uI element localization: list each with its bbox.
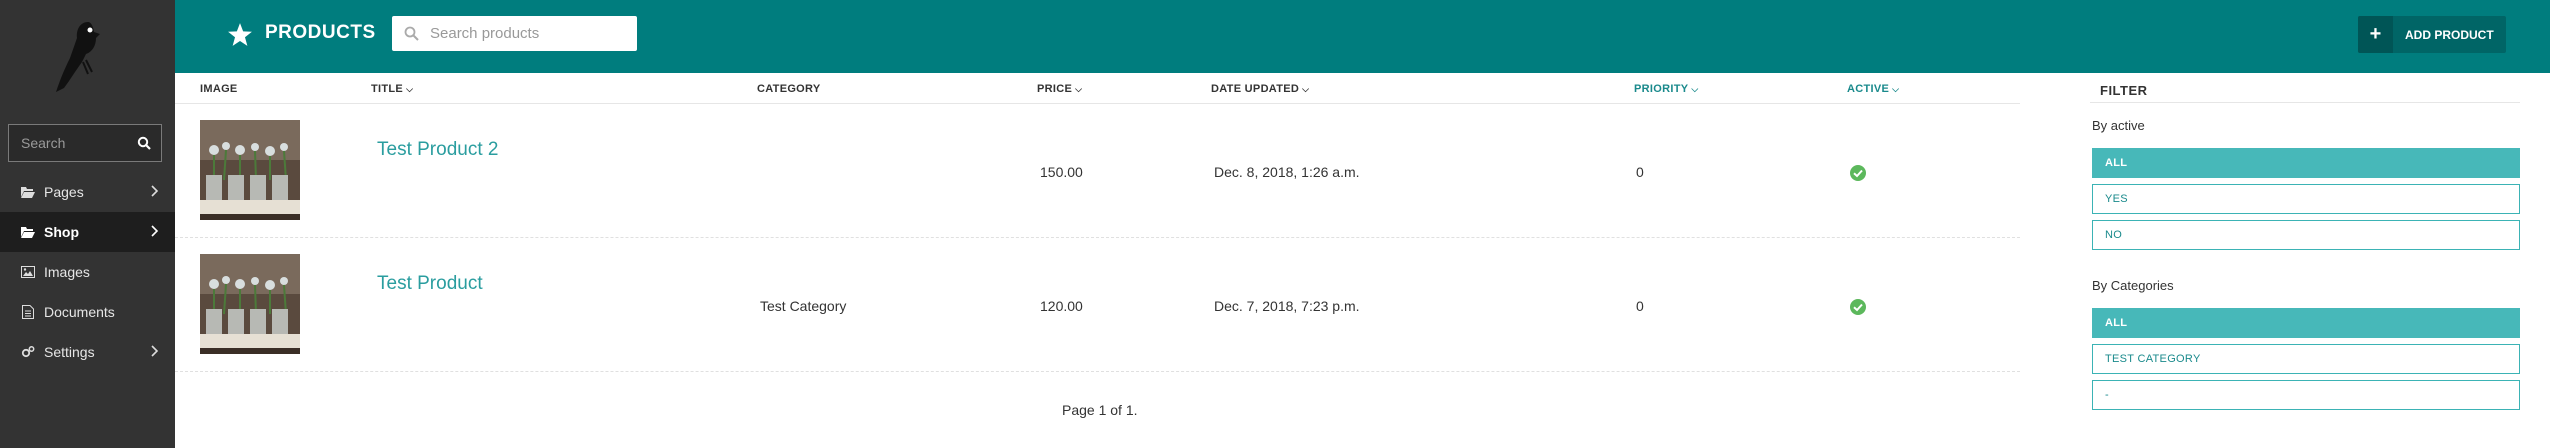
product-search-input[interactable]: Search products [392, 16, 637, 51]
column-label: PRICE [1037, 83, 1073, 95]
filter-panel: FILTER By active ALL YES NO By Categorie… [2090, 73, 2520, 410]
sidebar-item-label: Settings [44, 344, 95, 360]
column-label: IMAGE [200, 83, 238, 95]
page-title: PRODUCTS [265, 22, 376, 43]
filter-active-all[interactable]: ALL [2092, 148, 2520, 178]
sidebar-item-label: Images [44, 264, 90, 280]
table-header: IMAGE TITLE ⌵ CATEGORY PRICE ⌵ DATE UPDATE… [175, 73, 2020, 104]
filter-category-none[interactable]: - [2092, 380, 2520, 410]
sort-caret-icon: ⌵ [1892, 84, 1900, 94]
star-icon [228, 23, 252, 46]
active-check-icon [1850, 299, 1866, 315]
cogs-icon [20, 345, 36, 359]
sidebar-menu: Pages Shop Images Documents Settings [0, 172, 175, 372]
folder-open-icon [20, 225, 36, 239]
product-priority: 0 [1636, 164, 1644, 180]
sidebar-item-documents[interactable]: Documents [0, 292, 175, 332]
page-header: PRODUCTS Search products + ADD PRODUCT [175, 0, 2550, 73]
filter-active-yes[interactable]: YES [2092, 184, 2520, 214]
sort-caret-icon: ⌵ [1075, 84, 1083, 94]
chevron-right-icon [151, 225, 159, 237]
filter-by-categories-label: By Categories [2092, 278, 2174, 293]
wagtail-logo[interactable] [50, 18, 120, 98]
product-priority: 0 [1636, 298, 1644, 314]
filter-heading: FILTER [2090, 73, 2520, 103]
product-thumbnail[interactable] [200, 254, 300, 354]
folder-open-icon [20, 185, 36, 199]
sort-caret-icon: ⌵ [1691, 84, 1699, 94]
sidebar: Search Pages Shop Images Documents Setti… [0, 0, 175, 448]
sort-caret-icon: ⌵ [406, 84, 414, 94]
product-price: 150.00 [1040, 164, 1083, 180]
sidebar-item-pages[interactable]: Pages [0, 172, 175, 212]
product-date-updated: Dec. 7, 2018, 7:23 p.m. [1214, 298, 1360, 314]
sidebar-search-input[interactable]: Search [8, 124, 162, 162]
column-image: IMAGE [200, 83, 238, 95]
sort-caret-icon: ⌵ [1302, 84, 1310, 94]
column-label: PRIORITY [1634, 83, 1689, 95]
product-category: Test Category [760, 298, 847, 314]
table-row: Test Product 2 150.00 Dec. 8, 2018, 1:26… [175, 104, 2020, 238]
column-label: CATEGORY [757, 83, 821, 95]
column-label: DATE UPDATED [1211, 83, 1300, 95]
image-icon [20, 265, 36, 279]
add-product-button[interactable]: + ADD PRODUCT [2358, 16, 2506, 53]
products-table: IMAGE TITLE ⌵ CATEGORY PRICE ⌵ DATE UPDATE… [175, 73, 2020, 418]
document-icon [20, 305, 36, 319]
filter-category-all[interactable]: ALL [2092, 308, 2520, 338]
sidebar-item-label: Pages [44, 184, 84, 200]
sidebar-item-label: Documents [44, 304, 115, 320]
add-product-label: ADD PRODUCT [2405, 27, 2494, 42]
search-icon [404, 26, 419, 41]
sidebar-item-images[interactable]: Images [0, 252, 175, 292]
sidebar-item-settings[interactable]: Settings [0, 332, 175, 372]
column-price[interactable]: PRICE ⌵ [1037, 83, 1082, 95]
column-active[interactable]: ACTIVE ⌵ [1847, 83, 1899, 95]
column-date-updated[interactable]: DATE UPDATED ⌵ [1211, 83, 1309, 95]
product-date-updated: Dec. 8, 2018, 1:26 a.m. [1214, 164, 1360, 180]
plus-icon: + [2358, 16, 2393, 53]
sidebar-search-placeholder: Search [21, 135, 66, 151]
product-search-placeholder: Search products [430, 25, 540, 42]
column-label: TITLE [371, 83, 404, 95]
chevron-right-icon [151, 185, 159, 197]
product-title-link[interactable]: Test Product [377, 273, 483, 295]
sidebar-item-shop[interactable]: Shop [0, 212, 175, 252]
column-label: ACTIVE [1847, 83, 1890, 95]
chevron-right-icon [151, 345, 159, 357]
search-icon[interactable] [137, 136, 151, 150]
product-price: 120.00 [1040, 298, 1083, 314]
table-row: Test Product Test Category 120.00 Dec. 7… [175, 238, 2020, 372]
filter-category-test-category[interactable]: TEST CATEGORY [2092, 344, 2520, 374]
product-thumbnail[interactable] [200, 120, 300, 220]
sidebar-item-label: Shop [44, 224, 79, 240]
active-check-icon [1850, 165, 1866, 181]
column-category: CATEGORY [757, 83, 821, 95]
product-title-link[interactable]: Test Product 2 [377, 139, 498, 161]
pagination-status: Page 1 of 1. [1062, 402, 1138, 418]
column-title[interactable]: TITLE ⌵ [371, 83, 413, 95]
filter-by-active-label: By active [2092, 118, 2145, 133]
column-priority[interactable]: PRIORITY ⌵ [1634, 83, 1698, 95]
filter-active-no[interactable]: NO [2092, 220, 2520, 250]
